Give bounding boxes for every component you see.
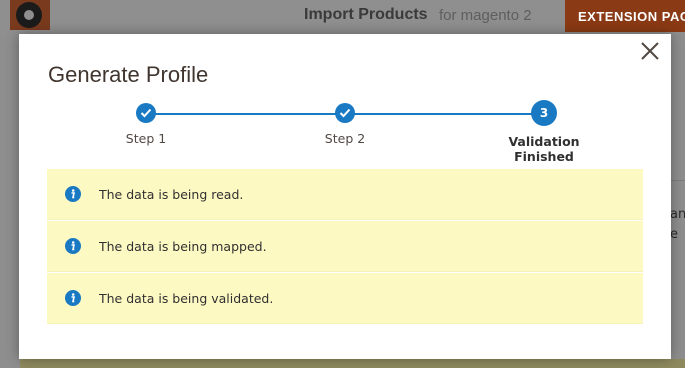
background-card-line2: e (670, 227, 678, 242)
message-text: The data is being read. (99, 186, 244, 202)
step-2-label: Step 2 (324, 131, 366, 146)
close-button[interactable] (639, 40, 661, 62)
step-1-circle (136, 103, 156, 123)
page-header: Import Products for magento 2 EXTENSION … (0, 0, 685, 34)
close-icon (641, 42, 659, 60)
brand-logo[interactable] (10, 0, 50, 30)
message-text: The data is being mapped. (99, 238, 267, 254)
info-icon (65, 290, 81, 306)
step-3-label: Validation Finished (508, 134, 580, 164)
header-subtitle: for magento 2 (439, 7, 532, 24)
generate-profile-modal: Generate Profile Step 1 Step 2 3 Validat… (19, 34, 671, 359)
message-item: The data is being validated. (47, 273, 643, 324)
logo-icon (16, 2, 42, 28)
checkmark-icon (339, 108, 351, 118)
extension-package-button[interactable]: EXTENSION PAC (565, 0, 685, 32)
message-text: The data is being validated. (99, 290, 274, 306)
background-card-line1: an (670, 207, 685, 222)
message-item: The data is being mapped. (47, 221, 643, 272)
progress-steps: Step 1 Step 2 3 Validation Finished (19, 98, 671, 164)
step-3[interactable]: 3 Validation Finished (484, 98, 604, 164)
step-2-circle (335, 103, 355, 123)
message-list: The data is being read. The data is bein… (47, 169, 643, 324)
background-strip (20, 359, 685, 368)
step-1[interactable]: Step 1 (86, 98, 206, 146)
step-2[interactable]: Step 2 (285, 98, 405, 146)
info-icon (65, 238, 81, 254)
message-item: The data is being read. (47, 169, 643, 220)
step-3-number: 3 (539, 106, 549, 120)
step-3-circle: 3 (531, 100, 557, 126)
header-title: Import Products (304, 6, 428, 23)
checkmark-icon (140, 108, 152, 118)
info-icon (65, 186, 81, 202)
step-1-label: Step 1 (125, 131, 167, 146)
modal-title: Generate Profile (48, 62, 209, 87)
